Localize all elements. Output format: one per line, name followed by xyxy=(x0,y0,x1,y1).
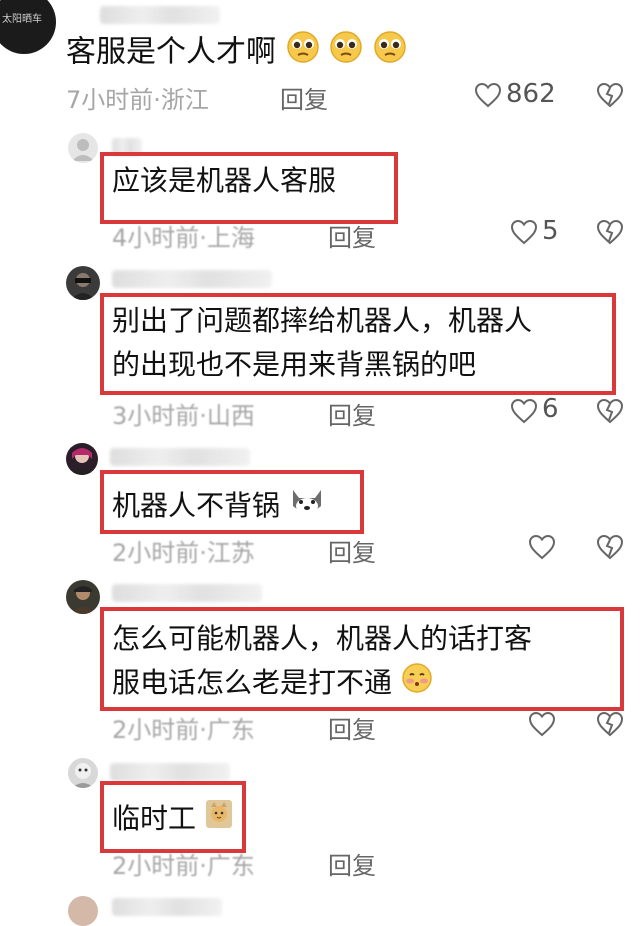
highlight-box xyxy=(100,781,246,853)
highlight-box xyxy=(100,293,616,395)
comment-location: 广东 xyxy=(206,716,255,744)
comment-time: 4小时前 xyxy=(112,224,200,252)
reply-button[interactable]: 回复 xyxy=(328,218,376,253)
comment-time: 2小时前 xyxy=(112,852,200,880)
username-blurred[interactable] xyxy=(112,270,272,288)
reply-button[interactable]: 回复 xyxy=(328,396,376,431)
avatar-photo xyxy=(70,448,94,475)
comment-text: 客服是个人才啊 xyxy=(66,30,407,76)
meta-separator: · xyxy=(199,716,207,744)
highlight-box xyxy=(100,470,364,534)
meta-separator: · xyxy=(199,539,207,567)
heart-icon[interactable] xyxy=(510,219,538,249)
comment-time: 7小时前 xyxy=(66,86,154,114)
reply-button[interactable]: 回复 xyxy=(328,710,376,745)
username-blurred[interactable] xyxy=(112,584,262,602)
comment-time: 2小时前 xyxy=(112,539,200,567)
reply-button[interactable]: 回复 xyxy=(280,80,328,115)
avatar[interactable]: 太阳晒车 xyxy=(0,0,56,54)
reply-meta: 2小时前·广东 xyxy=(112,846,255,881)
meta-separator: · xyxy=(199,224,207,252)
username-blurred[interactable] xyxy=(100,6,220,24)
avatar[interactable] xyxy=(68,133,98,163)
avatar[interactable] xyxy=(66,443,98,475)
meta-separator: · xyxy=(199,402,207,430)
comment-location: 广东 xyxy=(206,852,255,880)
dislike-broken-heart-icon[interactable] xyxy=(596,219,624,249)
default-avatar-icon xyxy=(72,139,94,161)
comment-location: 浙江 xyxy=(160,86,209,114)
avatar[interactable] xyxy=(68,758,98,788)
comment-body: 客服是个人才啊 xyxy=(66,34,276,70)
reply-meta: 3小时前·山西 xyxy=(112,396,255,431)
comment-meta: 7小时前·浙江 xyxy=(66,80,209,115)
like-count: 5 xyxy=(542,216,559,246)
dislike-broken-heart-icon[interactable] xyxy=(596,398,624,428)
avatar[interactable] xyxy=(66,266,100,300)
reply-meta: 4小时前·上海 xyxy=(112,218,255,253)
reply-meta: 2小时前·广东 xyxy=(112,710,255,745)
username-blurred[interactable] xyxy=(110,448,250,466)
meta-separator: · xyxy=(153,86,161,114)
comment-location: 山西 xyxy=(206,402,255,430)
pleading-face-emoji xyxy=(373,30,407,76)
comment-location: 上海 xyxy=(206,224,255,252)
like-count: 6 xyxy=(542,394,559,424)
avatar-photo xyxy=(72,763,94,788)
heart-icon[interactable] xyxy=(474,82,502,112)
avatar-label: 太阳晒车 xyxy=(2,14,42,25)
dislike-broken-heart-icon[interactable] xyxy=(596,711,624,741)
avatar-photo xyxy=(71,586,95,614)
meta-separator: · xyxy=(199,852,207,880)
pleading-face-emoji xyxy=(286,30,320,76)
pleading-face-emoji xyxy=(329,30,363,76)
dislike-broken-heart-icon[interactable] xyxy=(596,534,624,564)
reply-button[interactable]: 回复 xyxy=(328,846,376,881)
avatar[interactable] xyxy=(66,580,100,614)
comment-time: 3小时前 xyxy=(112,402,200,430)
dislike-broken-heart-icon[interactable] xyxy=(596,82,624,112)
highlight-box xyxy=(100,607,624,711)
heart-icon[interactable] xyxy=(528,711,556,741)
comment-time: 2小时前 xyxy=(112,716,200,744)
username-blurred[interactable] xyxy=(110,763,230,781)
avatar[interactable] xyxy=(68,896,98,926)
heart-icon[interactable] xyxy=(528,534,556,564)
reply-button[interactable]: 回复 xyxy=(328,533,376,568)
username-blurred[interactable] xyxy=(112,898,222,916)
highlight-box xyxy=(100,152,398,224)
like-count: 862 xyxy=(506,79,556,109)
heart-icon[interactable] xyxy=(510,398,538,428)
reply-meta: 2小时前·江苏 xyxy=(112,533,255,568)
comment-location: 江苏 xyxy=(206,539,255,567)
avatar-photo xyxy=(71,273,95,300)
